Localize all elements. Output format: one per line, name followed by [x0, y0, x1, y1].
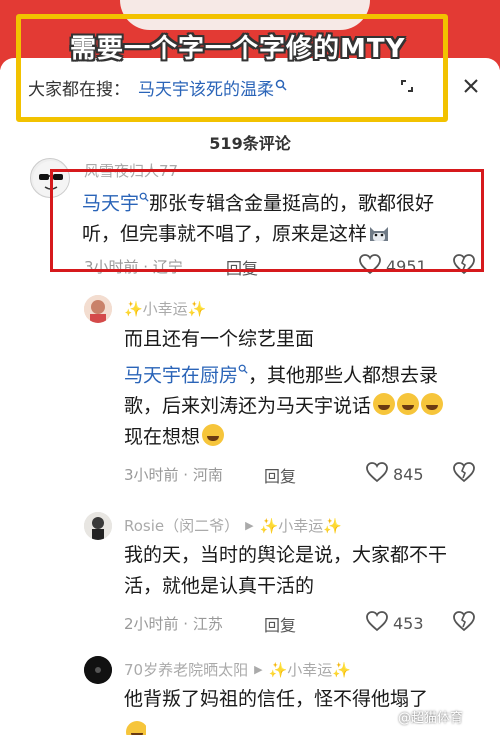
comment-username[interactable]: 70岁养老院晒太阳 — [124, 659, 248, 680]
comment-time-location: 3小时前 · 河南 — [124, 466, 223, 484]
emoji-partial — [124, 721, 146, 735]
overlay-title: 需要一个字一个字修的MTY — [70, 34, 406, 64]
like-button[interactable]: 4951 — [358, 253, 427, 279]
comment-username[interactable]: Rosie（闵二爷） — [124, 515, 239, 536]
video-background-shape — [120, 0, 370, 30]
search-suggestion-row[interactable]: 大家都在搜： 马天宇该死的温柔 — [28, 75, 287, 100]
search-icon — [139, 191, 149, 206]
mention-link[interactable]: 马天宇在厨房 — [124, 364, 238, 386]
mention-link[interactable]: 马天宇 — [82, 192, 139, 214]
comment-text-line: 而且还有一个综艺里面 — [124, 328, 315, 350]
laughing-emoji-icon — [202, 424, 225, 447]
laughing-emoji-icon — [421, 393, 444, 416]
comment-text-line: 我的天，当时的舆论是说，大家都不干 — [124, 544, 448, 566]
laughing-emoji-icon — [373, 393, 396, 416]
comment-text-line: 活，就他是认真干活的 — [124, 575, 315, 597]
reply-to-username[interactable]: ✨小幸运✨ — [260, 515, 342, 536]
search-prefix-label: 大家都在搜： — [28, 79, 130, 100]
broken-heart-icon — [452, 611, 476, 636]
comment-text-line: 那张专辑含金量挺高的，歌都很好 — [149, 192, 435, 215]
expand-icon — [393, 80, 421, 103]
comment-header: 70岁养老院晒太阳 ▶ ✨小幸运✨ — [124, 659, 351, 680]
comment-text-line: 歌，后来刘涛还为马天宇说话 — [124, 395, 372, 418]
laughing-emoji-icon — [126, 721, 146, 735]
comment-text-line: ，其他那些人都想去录 — [248, 364, 439, 387]
comment-body: 我的天，当时的舆论是说，大家都不干 活，就他是认真干活的 — [124, 540, 494, 602]
comment-body: 马天宇 那张专辑含金量挺高的，歌都很好 听，但完事就不唱了，原来是这样 — [82, 183, 482, 250]
watermark: @超猫体育 — [398, 707, 463, 726]
like-button[interactable]: 453 — [365, 610, 424, 636]
cat-emoji-icon — [367, 221, 391, 243]
like-count: 453 — [393, 613, 424, 633]
comment-text-line: 现在想想 — [124, 426, 201, 449]
comment-username[interactable]: ✨小幸运✨ — [124, 298, 206, 319]
comment-text-line: 听，但完事就不唱了，原来是这样 — [82, 223, 368, 246]
heart-icon — [358, 253, 382, 279]
comment-time-location: 2小时前 · 江苏 — [124, 615, 223, 633]
reply-arrow-icon: ▶ — [254, 663, 263, 676]
like-count: 4951 — [386, 256, 427, 276]
comment-time-location: 3小时前 · 辽宁 — [84, 258, 183, 276]
avatar[interactable] — [84, 512, 112, 540]
reply-arrow-icon: ▶ — [245, 519, 254, 532]
like-button[interactable]: 845 — [365, 461, 424, 487]
comment-header: Rosie（闵二爷） ▶ ✨小幸运✨ — [124, 515, 342, 536]
avatar[interactable] — [84, 295, 112, 323]
search-icon — [275, 79, 287, 95]
comment-count: 519条评论 — [209, 134, 291, 153]
reply-button[interactable]: 回复 — [264, 612, 296, 636]
close-icon — [457, 79, 485, 105]
dislike-button[interactable] — [452, 253, 476, 279]
reply-button[interactable]: 回复 — [226, 255, 258, 279]
reply-to-username[interactable]: ✨小幸运✨ — [269, 659, 351, 680]
close-button[interactable] — [457, 72, 485, 100]
reply-button[interactable]: 回复 — [264, 463, 296, 487]
watermark-text: @超猫体育 — [398, 711, 464, 726]
broken-heart-icon — [452, 254, 476, 279]
broken-heart-icon — [452, 462, 476, 487]
heart-icon — [365, 610, 389, 636]
avatar[interactable] — [84, 656, 112, 684]
avatar[interactable] — [30, 158, 70, 198]
search-suggestion-link[interactable]: 马天宇该死的温柔 — [138, 75, 274, 100]
search-icon — [238, 363, 248, 378]
laughing-emoji-icon — [397, 393, 420, 416]
comment-body: 而且还有一个综艺里面 马天宇在厨房 ，其他那些人都想去录 歌，后来刘涛还为马天宇说… — [124, 324, 484, 453]
dislike-button[interactable] — [452, 610, 476, 636]
heart-icon — [365, 461, 389, 487]
like-count: 845 — [393, 464, 424, 484]
comment-username[interactable]: 风雪夜归人77 — [84, 160, 178, 181]
expand-button[interactable] — [393, 72, 421, 100]
dislike-button[interactable] — [452, 461, 476, 487]
